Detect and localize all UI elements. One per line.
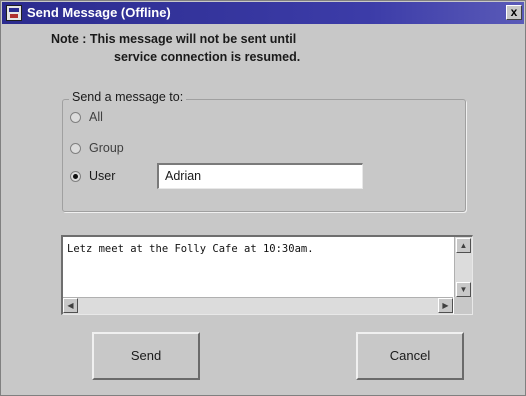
app-icon (6, 5, 22, 21)
send-message-dialog: Send Message (Offline) x Note : This mes… (0, 0, 526, 396)
window-title: Send Message (Offline) (27, 5, 171, 20)
scroll-left-arrow-icon[interactable]: ◀ (63, 298, 78, 313)
recipient-legend: Send a message to: (69, 90, 187, 104)
scroll-up-arrow-icon[interactable]: ▲ (456, 238, 471, 253)
message-textarea[interactable]: Letz meet at the Folly Cafe at 10:30am. … (61, 235, 473, 315)
message-text[interactable]: Letz meet at the Folly Cafe at 10:30am. (67, 243, 314, 255)
radio-user-label[interactable]: User (89, 169, 115, 183)
radio-group-indicator[interactable] (70, 142, 81, 154)
scroll-down-arrow-icon[interactable]: ▼ (456, 282, 471, 297)
horizontal-scrollbar[interactable]: ◀ ▶ (63, 297, 453, 314)
radio-user[interactable]: User (70, 167, 115, 185)
vertical-scrollbar[interactable]: ▲ ▼ (454, 237, 472, 297)
scroll-corner (454, 297, 472, 314)
user-name-input[interactable]: Adrian (157, 163, 363, 189)
scroll-right-arrow-icon[interactable]: ▶ (438, 298, 453, 313)
note-line-2: service connection is resumed. (114, 50, 301, 64)
close-button[interactable]: x (506, 5, 522, 20)
radio-all[interactable]: All (70, 108, 103, 126)
send-button[interactable]: Send (92, 332, 200, 380)
radio-group-label[interactable]: Group (89, 141, 124, 155)
radio-user-indicator[interactable] (70, 170, 81, 182)
cancel-button[interactable]: Cancel (356, 332, 464, 380)
note-line-1: Note : This message will not be sent unt… (51, 32, 297, 46)
radio-all-indicator[interactable] (70, 111, 81, 123)
radio-group[interactable]: Group (70, 139, 124, 157)
title-bar[interactable]: Send Message (Offline) x (2, 2, 524, 24)
radio-all-label[interactable]: All (89, 110, 103, 124)
